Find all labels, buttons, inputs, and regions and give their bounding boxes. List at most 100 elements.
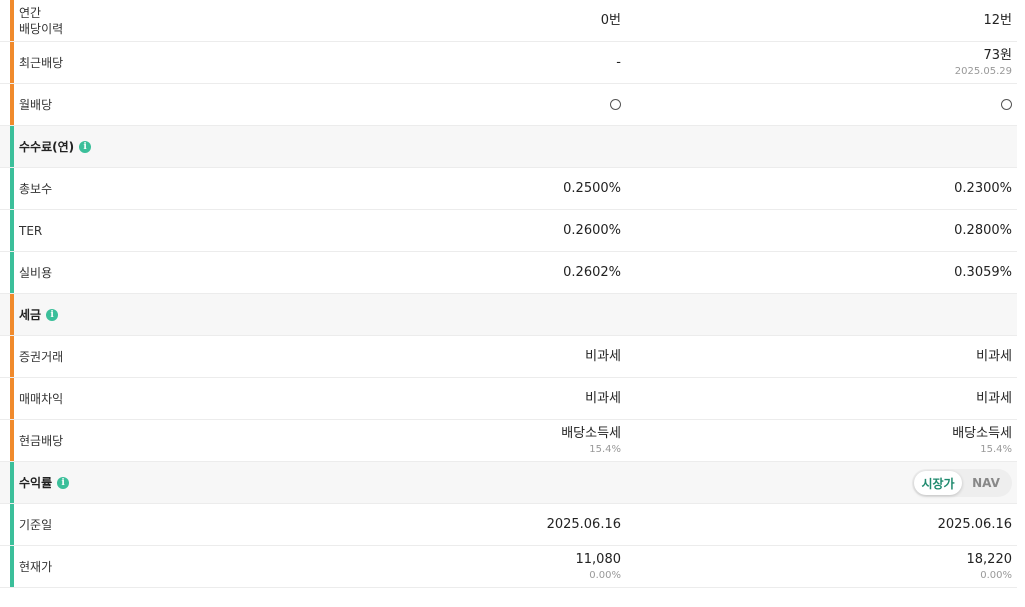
section-title: 수익률 i	[19, 462, 70, 503]
row-label: 매매차익	[19, 391, 64, 406]
row-accent-bar	[10, 546, 14, 587]
etf-comparison-table: 연간 배당이력 0번 12번 최근배당 - 73원 2025.05.29 월배당…	[0, 0, 1017, 588]
circle-icon	[1001, 99, 1012, 110]
col1-value: 2025.06.16	[547, 504, 621, 545]
row-label: 기준일	[19, 517, 53, 532]
info-icon[interactable]: i	[46, 308, 59, 321]
col1-value: 11,080 0.00%	[576, 546, 622, 587]
section-tax: 세금 i	[0, 294, 1017, 336]
row-accent-bar	[10, 336, 14, 377]
col2-value: 배당소득세 15.4%	[952, 420, 1012, 461]
col2-value: 0.2800%	[954, 210, 1012, 251]
value-sub: 2025.05.29	[954, 65, 1012, 77]
price-basis-toggle: 시장가 NAV	[912, 469, 1012, 497]
value-main: 0.2800%	[954, 222, 1012, 238]
row-accent-bar	[10, 462, 14, 503]
row-label: 연간 배당이력	[19, 0, 63, 41]
row-label: 최근배당	[19, 55, 64, 70]
col1-value: 비과세	[585, 378, 621, 419]
value-main: 11,080	[575, 551, 622, 567]
row-base-date: 기준일 2025.06.16 2025.06.16	[0, 504, 1017, 546]
value-sub: 0.00%	[980, 569, 1012, 581]
row-securities-trading: 증권거래 비과세 비과세	[0, 336, 1017, 378]
col1-value: 배당소득세 15.4%	[561, 420, 621, 461]
row-label: 실비용	[19, 265, 53, 280]
row-recent-dividend: 최근배당 - 73원 2025.05.29	[0, 42, 1017, 84]
row-accent-bar	[10, 504, 14, 545]
row-current-price: 현재가 11,080 0.00% 18,220 0.00%	[0, 546, 1017, 588]
row-accent-bar	[10, 126, 14, 167]
value-main: 0.2602%	[563, 264, 621, 280]
row-total-fee: 총보수 0.2500% 0.2300%	[0, 168, 1017, 210]
toggle-nav[interactable]: NAV	[962, 471, 1010, 495]
col2-value: 2025.06.16	[938, 504, 1012, 545]
value-main: 배당소득세	[561, 425, 621, 441]
value-main: 18,220	[966, 551, 1013, 567]
value-main: 12번	[983, 12, 1012, 28]
row-label-line1: 연간	[19, 5, 42, 20]
row-accent-bar	[10, 0, 14, 41]
row-accent-bar	[10, 84, 14, 125]
value-main: 0.2500%	[563, 180, 621, 196]
row-accent-bar	[10, 420, 14, 461]
row-label: 총보수	[19, 181, 53, 196]
col1-value	[610, 84, 621, 125]
value-sub: 15.4%	[589, 443, 621, 455]
col2-value	[1001, 84, 1012, 125]
col1-value: 0.2602%	[563, 252, 621, 293]
value-main: 0.2300%	[954, 180, 1012, 196]
row-accent-bar	[10, 252, 14, 293]
value-main: 0.2600%	[563, 222, 621, 238]
col1-value: 0.2500%	[563, 168, 621, 209]
info-icon[interactable]: i	[57, 476, 70, 489]
col2-value: 73원 2025.05.29	[955, 42, 1012, 83]
row-accent-bar	[10, 378, 14, 419]
value-main: 비과세	[585, 390, 621, 406]
toggle-market-price[interactable]: 시장가	[914, 471, 962, 495]
row-label-line2: 배당이력	[19, 21, 64, 36]
section-return: 수익률 i 시장가 NAV	[0, 462, 1017, 504]
col1-value: 비과세	[585, 336, 621, 377]
row-trading-gain: 매매차익 비과세 비과세	[0, 378, 1017, 420]
value-main: 배당소득세	[952, 425, 1012, 441]
col2-value: 18,220 0.00%	[967, 546, 1013, 587]
section-title: 세금 i	[19, 294, 59, 335]
section-title-text: 세금	[19, 307, 42, 322]
value-main: 비과세	[585, 348, 621, 364]
col1-value: -	[616, 42, 621, 83]
row-accent-bar	[10, 294, 14, 335]
value-main: -	[616, 54, 621, 70]
row-label: 현금배당	[19, 433, 64, 448]
circle-icon	[610, 99, 621, 110]
row-accent-bar	[10, 210, 14, 251]
row-label: 증권거래	[19, 349, 64, 364]
row-ter: TER 0.2600% 0.2800%	[0, 210, 1017, 252]
info-icon[interactable]: i	[79, 140, 92, 153]
value-main: 0.3059%	[954, 264, 1012, 280]
section-title-text: 수익률	[19, 475, 53, 490]
row-accent-bar	[10, 168, 14, 209]
col2-value: 12번	[983, 0, 1012, 41]
col1-value: 0.2600%	[563, 210, 621, 251]
value-main: 비과세	[976, 348, 1012, 364]
value-main: 73원	[983, 47, 1012, 63]
row-actual-cost: 실비용 0.2602% 0.3059%	[0, 252, 1017, 294]
row-accent-bar	[10, 42, 14, 83]
row-monthly-dividend: 월배당	[0, 84, 1017, 126]
value-main: 2025.06.16	[546, 516, 621, 532]
col2-value: 비과세	[976, 336, 1012, 377]
row-label: 월배당	[19, 97, 53, 112]
col2-value: 0.3059%	[954, 252, 1012, 293]
value-main: 0번	[600, 12, 621, 28]
col2-value: 0.2300%	[954, 168, 1012, 209]
section-title-text: 수수료(연)	[19, 139, 75, 154]
col1-value: 0번	[601, 0, 621, 41]
row-label: 현재가	[19, 559, 53, 574]
row-cash-dividend: 현금배당 배당소득세 15.4% 배당소득세 15.4%	[0, 420, 1017, 462]
section-title: 수수료(연) i	[19, 126, 92, 167]
value-sub: 15.4%	[980, 443, 1012, 455]
value-main: 비과세	[976, 390, 1012, 406]
row-annual-dividend-history: 연간 배당이력 0번 12번	[0, 0, 1017, 42]
value-sub: 0.00%	[589, 569, 621, 581]
row-label: TER	[19, 223, 43, 238]
